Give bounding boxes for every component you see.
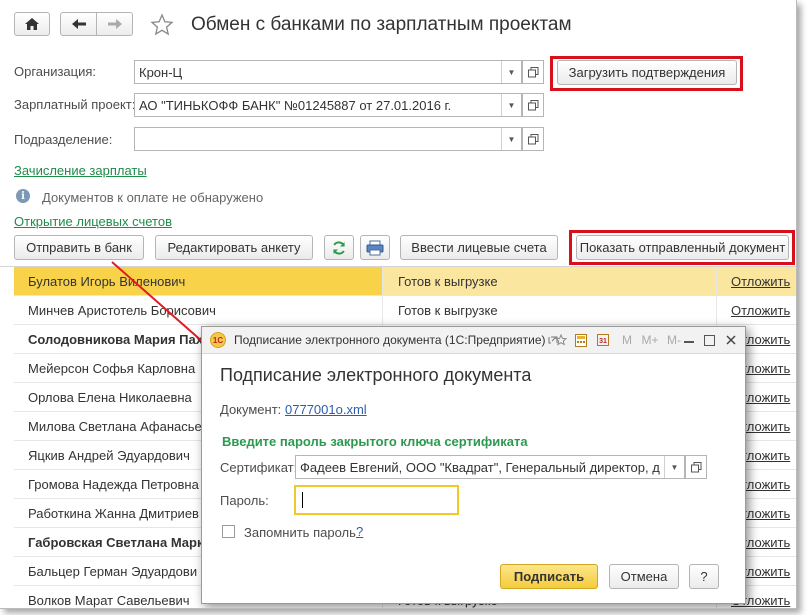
certificate-dropdown-button[interactable]: ▼	[664, 456, 684, 478]
memory-icon[interactable]: M	[618, 331, 636, 349]
open-window-icon	[690, 461, 701, 472]
password-label: Пароль:	[220, 493, 269, 508]
password-heading: Введите пароль закрытого ключа сертифика…	[222, 434, 528, 449]
calendar-icon[interactable]: 31	[594, 331, 612, 349]
dialog-titlebar: 1С Подписание электронного документа (1С…	[202, 327, 745, 354]
certificate-field[interactable]: Фадеев Евгений, ООО "Квадрат", Генеральн…	[295, 455, 685, 479]
document-label: Документ:	[220, 402, 282, 417]
help-button[interactable]: ?	[689, 564, 719, 589]
close-icon[interactable]	[722, 331, 740, 349]
certificate-label: Сертификат:	[220, 460, 298, 475]
calculator-icon[interactable]	[572, 331, 590, 349]
remember-help-link[interactable]: ?	[356, 524, 363, 539]
1c-logo-icon: 1С	[210, 332, 226, 348]
sign-dialog: 1С Подписание электронного документа (1С…	[201, 326, 746, 604]
dialog-heading: Подписание электронного документа	[220, 365, 532, 385]
star-icon[interactable]	[552, 331, 570, 349]
calendar-number: 31	[597, 334, 609, 346]
remember-label: Запомнить пароль	[244, 525, 356, 540]
maximize-icon[interactable]	[700, 331, 718, 349]
memory-plus-icon[interactable]: M+	[639, 331, 661, 349]
remember-checkbox[interactable]	[222, 525, 235, 538]
minimize-icon[interactable]	[680, 331, 698, 349]
text-cursor	[302, 492, 303, 508]
certificate-open-button[interactable]	[685, 455, 707, 479]
cancel-button[interactable]: Отмена	[609, 564, 679, 589]
certificate-value: Фадеев Евгений, ООО "Квадрат", Генеральн…	[300, 459, 660, 475]
sign-button[interactable]: Подписать	[500, 564, 598, 589]
dialog-bar-title: Подписание электронного документа (1С:Пр…	[234, 333, 546, 347]
main-window: Обмен с банками по зарплатным проектам О…	[0, 0, 797, 609]
document-link[interactable]: 0777001o.xml	[285, 402, 367, 417]
chevron-down-icon: ▼	[670, 462, 679, 472]
password-field[interactable]	[294, 485, 459, 515]
